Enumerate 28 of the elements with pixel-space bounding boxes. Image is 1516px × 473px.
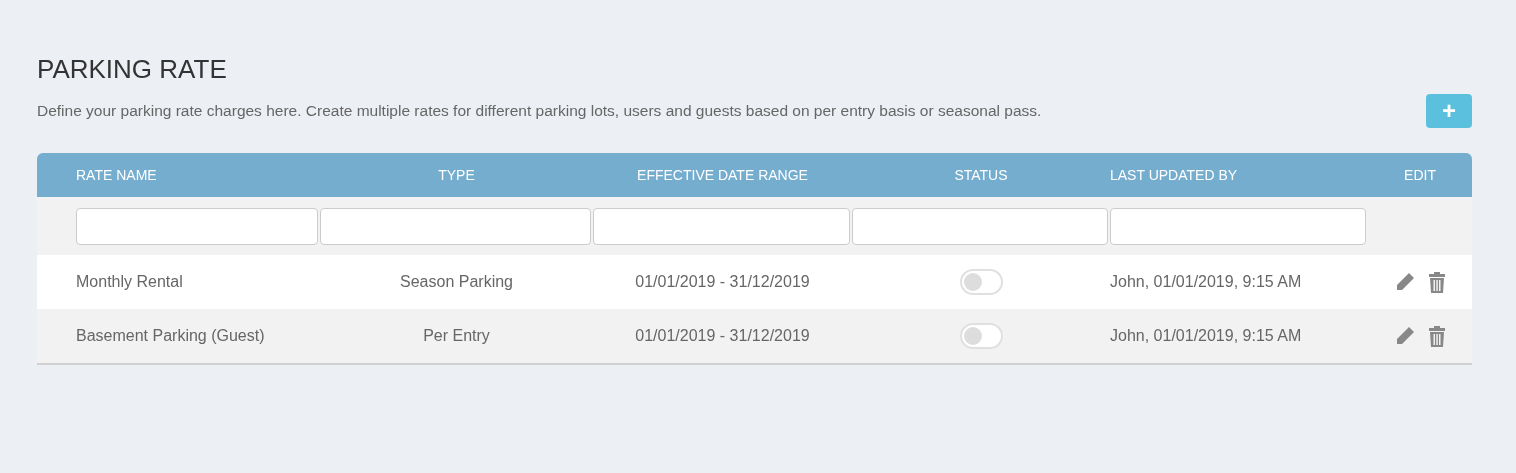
table-cell-text: Monthly Rental: [76, 272, 183, 292]
column-header: STATUS: [954, 165, 1008, 185]
table-cell-text: John, 01/01/2019, 9:15 AM: [1110, 326, 1302, 346]
table-cell-text: Per Entry: [423, 326, 490, 346]
column-header: EFFECTIVE DATE RANGE: [637, 165, 808, 185]
column-header: LAST UPDATED BY: [1110, 165, 1238, 185]
table-cell-text: John, 01/01/2019, 9:15 AM: [1110, 272, 1302, 292]
column-header: TYPE: [438, 165, 475, 185]
filter-field[interactable]: [852, 207, 1108, 245]
filter-field[interactable]: [1110, 207, 1366, 245]
column-header: RATE NAME: [76, 165, 157, 185]
page-description: Define your parking rate charges here. Create multiple rates for different parking lots, users and guests based on per entry basis or seasonal pass.: [37, 101, 1042, 122]
table-cell-text: 01/01/2019 - 31/12/2019: [635, 326, 810, 346]
column-header: EDIT: [1404, 165, 1436, 185]
trash-icon[interactable]: [1428, 271, 1446, 293]
pencil-icon[interactable]: [1394, 325, 1416, 347]
trash-icon[interactable]: [1428, 325, 1446, 347]
status-toggle[interactable]: [959, 323, 1003, 349]
filter-field[interactable]: [593, 207, 850, 245]
pencil-icon[interactable]: [1394, 271, 1416, 293]
table-cell-text: 01/01/2019 - 31/12/2019: [635, 272, 810, 292]
filter-field[interactable]: [76, 207, 318, 245]
add-button[interactable]: +: [1426, 94, 1472, 128]
table-cell-text: Basement Parking (Guest): [76, 326, 265, 346]
page-title: PARKING RATE: [37, 53, 227, 86]
table-cell-text: Season Parking: [400, 272, 513, 292]
filter-field[interactable]: [320, 207, 591, 245]
status-toggle[interactable]: [959, 269, 1003, 295]
